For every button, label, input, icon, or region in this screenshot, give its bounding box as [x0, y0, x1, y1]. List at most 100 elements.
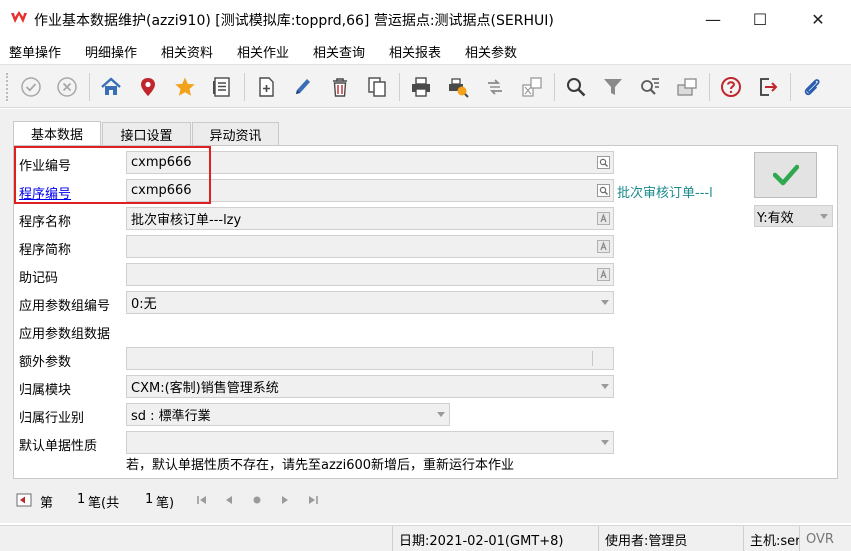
query-list-icon[interactable] [636, 73, 664, 101]
minimize-button[interactable]: — [690, 0, 736, 38]
edit-pencil-icon[interactable] [289, 73, 317, 101]
export-icon[interactable] [518, 73, 546, 101]
record-nav-icon[interactable] [16, 493, 32, 511]
status-mode: OVR [799, 526, 851, 551]
help-icon[interactable] [717, 73, 745, 101]
filter-icon[interactable] [599, 73, 627, 101]
doc-nature-label: 默认单据性质 [19, 439, 98, 454]
last-record-icon[interactable] [307, 494, 319, 506]
job-no-value: cxmp666 [131, 155, 192, 170]
delete-trash-icon[interactable] [326, 73, 354, 101]
search-icon[interactable] [562, 73, 590, 101]
location-pin-icon[interactable] [134, 73, 162, 101]
print-icon[interactable] [407, 73, 435, 101]
param-group-no-value: 0:无 [131, 297, 157, 312]
maximize-button[interactable]: ☐ [737, 0, 783, 38]
nav-total-record: 1 [145, 492, 154, 507]
status-bar: 日期:2021-02-01(GMT+8) 使用者:管理员 主机:serhu OV… [0, 525, 851, 551]
toolbar-separator [554, 73, 555, 101]
status-user: 使用者:管理员 [598, 526, 698, 551]
tab-change-info[interactable]: 异动资讯 [192, 122, 279, 145]
cancel-icon[interactable] [53, 73, 81, 101]
chevron-down-icon [820, 214, 828, 219]
param-group-no-select[interactable]: 0:无 [126, 291, 614, 314]
field-divider [592, 351, 593, 366]
module-select[interactable]: CXM:(客制)销售管理系统 [126, 375, 614, 398]
multilang-icon[interactable] [596, 239, 611, 254]
status-select[interactable]: Y:有效 [754, 205, 833, 227]
nav-current-record: 1 [77, 492, 86, 507]
confirm-icon[interactable] [17, 73, 45, 101]
menu-bar: 整单操作 明细操作 相关资料 相关作业 相关查询 相关报表 相关参数 [0, 38, 851, 62]
record-navigation: 第 1 笔(共 1 笔) [0, 488, 851, 512]
program-desc-text: 批次审核订单---l [617, 186, 713, 201]
status-date: 日期:2021-02-01(GMT+8) [392, 526, 592, 551]
new-doc-icon[interactable] [252, 73, 280, 101]
nav-prefix-text: 第 [40, 496, 54, 511]
toolbar-separator [89, 73, 90, 101]
print-preview-icon[interactable] [444, 73, 472, 101]
program-short-label: 程序简称 [19, 243, 72, 258]
industry-select[interactable]: sd : 標準行業 [126, 403, 450, 426]
nav-mid-text: 笔(共 [88, 496, 120, 511]
attachment-icon[interactable] [798, 73, 826, 101]
program-name-value: 批次审核订单---lzy [131, 213, 242, 228]
program-name-field[interactable]: 批次审核订单---lzy [126, 207, 614, 230]
job-no-field[interactable]: cxmp666 [126, 151, 614, 174]
param-group-no-label: 应用参数组编号 [19, 299, 111, 314]
exit-icon[interactable] [754, 73, 782, 101]
menu-item-related-report[interactable]: 相关报表 [389, 42, 441, 61]
chevron-down-icon [601, 440, 609, 445]
toolbar-grip[interactable] [6, 73, 10, 101]
multilang-icon[interactable] [596, 211, 611, 226]
toolbar-separator [709, 73, 710, 101]
menu-item-related-jobs[interactable]: 相关作业 [237, 42, 289, 61]
doc-nature-select[interactable] [126, 431, 614, 454]
prev-record-icon[interactable] [223, 494, 235, 506]
nav-suffix-text: 笔) [156, 496, 175, 511]
industry-value: sd : 標準行業 [131, 409, 211, 424]
next-record-icon[interactable] [279, 494, 291, 506]
list-icon[interactable] [208, 73, 236, 101]
archive-icon[interactable] [673, 73, 701, 101]
program-no-field[interactable]: cxmp666 [126, 179, 614, 202]
chevron-down-icon [601, 384, 609, 389]
status-value: Y:有效 [757, 210, 794, 226]
menu-item-related-data[interactable]: 相关资料 [161, 42, 213, 61]
basic-data-panel: 作业编号 cxmp666 程序编号 cxmp666 批次审核订单---l 程序名… [13, 145, 838, 479]
program-no-value: cxmp666 [131, 183, 192, 198]
chevron-down-icon [601, 300, 609, 305]
multilang-icon[interactable] [596, 267, 611, 282]
program-no-link[interactable]: 程序编号 [19, 183, 71, 202]
confirm-button[interactable] [754, 152, 817, 198]
work-area: 基本数据 接口设置 异动资讯 作业编号 cxmp666 程序编号 cxmp666… [0, 109, 851, 523]
tab-interface-settings[interactable]: 接口设置 [102, 122, 191, 145]
close-icon: ✕ [811, 9, 825, 29]
industry-label: 归属行业别 [19, 411, 85, 426]
menu-item-whole-doc[interactable]: 整单操作 [9, 42, 61, 61]
lookup-icon[interactable] [596, 183, 611, 198]
program-name-label: 程序名称 [19, 215, 72, 230]
status-host: 主机:serhu [743, 526, 799, 551]
transfer-icon[interactable] [481, 73, 509, 101]
tab-basic-data[interactable]: 基本数据 [13, 121, 101, 145]
app-logo-icon [11, 11, 27, 23]
mnemonic-field[interactable] [126, 263, 614, 286]
lookup-icon[interactable] [596, 155, 611, 170]
maximize-icon: ☐ [752, 9, 768, 29]
chevron-down-icon [437, 412, 445, 417]
home-icon[interactable] [97, 73, 125, 101]
extra-param-field[interactable] [126, 347, 614, 370]
param-group-data-label: 应用参数组数据 [19, 327, 111, 342]
star-icon[interactable] [171, 73, 199, 101]
close-button[interactable]: ✕ [795, 0, 841, 38]
module-value: CXM:(客制)销售管理系统 [131, 381, 279, 396]
current-record-dot-icon[interactable] [251, 494, 263, 506]
menu-item-related-params[interactable]: 相关参数 [465, 42, 517, 61]
menu-item-detail[interactable]: 明细操作 [85, 42, 137, 61]
program-short-field[interactable] [126, 235, 614, 258]
copy-icon[interactable] [363, 73, 391, 101]
toolbar-separator [399, 73, 400, 101]
menu-item-related-query[interactable]: 相关查询 [313, 42, 365, 61]
first-record-icon[interactable] [196, 494, 208, 506]
